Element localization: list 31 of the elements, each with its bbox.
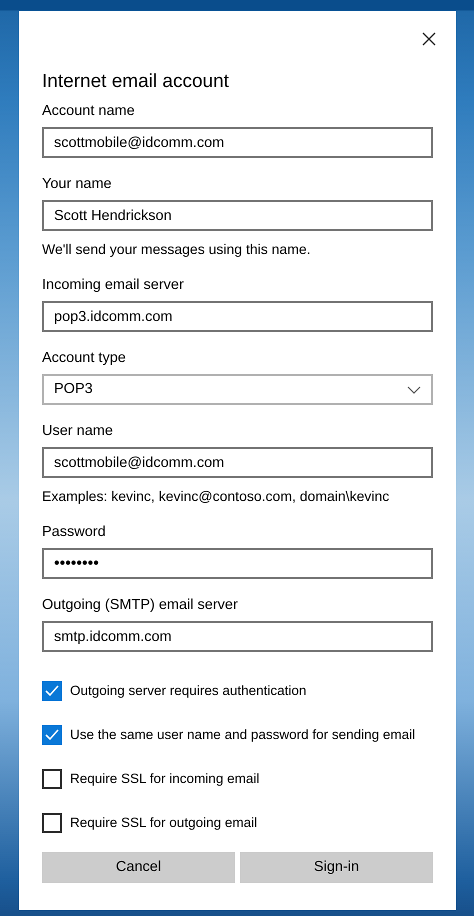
checkmark-icon (45, 729, 59, 741)
input-field[interactable]: Scott Hendrickson (42, 200, 433, 231)
input-field[interactable]: smtp.idcomm.com (42, 621, 433, 652)
field-label: Outgoing (SMTP) email server (42, 596, 239, 615)
password-field[interactable]: •••••••• (42, 548, 433, 579)
checkmark-icon (45, 685, 59, 697)
checkbox-label: Require SSL for incoming email (70, 770, 260, 788)
field-label: Account type (42, 349, 127, 368)
field-label: Your name (42, 175, 113, 194)
checkbox[interactable] (42, 813, 62, 833)
dialog-title: Internet email account (42, 70, 229, 94)
field-label: Account name (42, 102, 136, 121)
checkbox-label: Outgoing server requires authentication (70, 682, 306, 700)
field-label: Password (42, 523, 107, 542)
close-icon (422, 32, 436, 46)
checkbox[interactable] (42, 725, 62, 745)
input-field[interactable]: pop3.idcomm.com (42, 301, 433, 332)
checkbox-label: Use the same user name and password for sending email (70, 726, 416, 744)
input-field[interactable]: scottmobile@idcomm.com (42, 127, 433, 158)
dropdown[interactable]: POP3 (42, 374, 433, 405)
field-label: User name (42, 422, 114, 441)
checkbox-label: Require SSL for outgoing email (70, 814, 258, 832)
sign-in-button[interactable]: Sign-in (240, 852, 433, 883)
checkbox[interactable] (42, 769, 62, 789)
field-label: Incoming email server (42, 276, 185, 295)
checkbox[interactable] (42, 681, 62, 701)
input-field[interactable]: scottmobile@idcomm.com (42, 447, 433, 478)
cancel-button[interactable]: Cancel (42, 852, 235, 883)
helper-text: Examples: kevinc, kevinc@contoso.com, domain\kevinc (42, 487, 390, 506)
helper-text: We'll send your messages using this name. (42, 240, 312, 259)
chevron-down-icon (407, 386, 421, 394)
